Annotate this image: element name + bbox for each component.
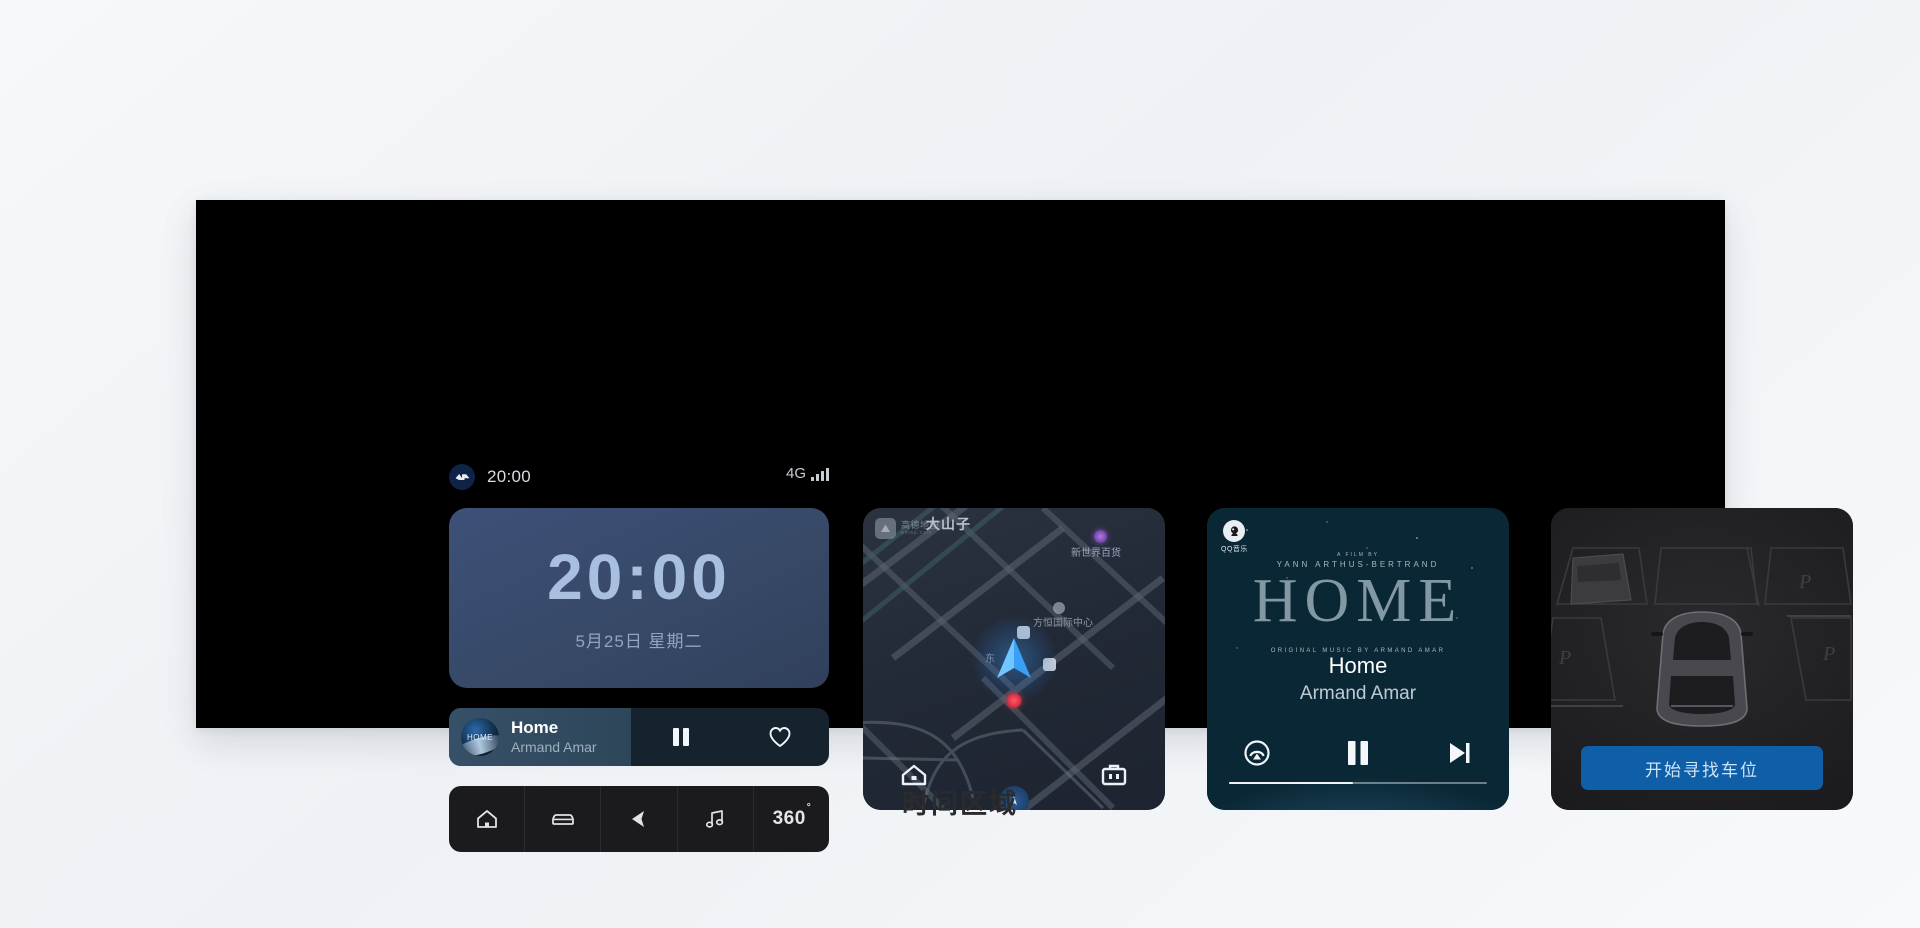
map-card[interactable]: 高德地图 amap.com 大山子 新世界百货 方恒国际中心 东 bbox=[863, 508, 1165, 810]
car-infotainment-panel: 20:00 4G 20:00 5月25日 星期二 HOME Home Arman… bbox=[196, 200, 1853, 852]
mini-player-favorite-button[interactable] bbox=[757, 714, 803, 760]
network-type-label: 4G bbox=[785, 465, 806, 482]
page-caption: 时间区域 bbox=[902, 789, 1018, 819]
page-root: 20:00 4G 20:00 5月25日 星期二 HOME Home Arman… bbox=[0, 0, 1920, 928]
mini-player[interactable]: HOME Home Armand Amar bbox=[449, 708, 829, 766]
clock-time: 20:00 bbox=[547, 540, 731, 613]
clock-widget[interactable]: 20:00 5月25日 星期二 bbox=[449, 508, 829, 688]
amap-glyph-icon bbox=[875, 518, 896, 539]
map-poi-dot-1 bbox=[1094, 530, 1107, 543]
map-traffic-marker bbox=[1006, 693, 1022, 708]
brand-glyph-icon bbox=[455, 474, 469, 480]
status-bar: 20:00 4G bbox=[449, 464, 829, 490]
music-track-artist: Armand Amar bbox=[1299, 683, 1417, 704]
map-current-position bbox=[971, 616, 1057, 702]
music-controls bbox=[1207, 738, 1509, 768]
cast-icon bbox=[1244, 740, 1270, 766]
music-cast-button[interactable] bbox=[1207, 738, 1308, 768]
qq-music-mark-icon bbox=[1223, 520, 1246, 542]
parking-card[interactable]: P P P 开始寻找车位 bbox=[1551, 508, 1853, 810]
map-district-label: 大山子 bbox=[926, 516, 971, 532]
qq-music-logo: QQ音乐 bbox=[1221, 520, 1248, 554]
map-poi-label-1: 新世界百货 bbox=[1071, 548, 1121, 559]
parking-slot-label: P bbox=[1822, 643, 1835, 665]
music-track-title: Home bbox=[1328, 653, 1388, 678]
pause-icon bbox=[672, 728, 689, 746]
clock-date: 5月25日 星期二 bbox=[575, 631, 703, 651]
map-poi-dot-2 bbox=[1053, 602, 1065, 614]
status-right-group: 4G bbox=[786, 466, 829, 481]
widget-cards-row: 高德地图 amap.com 大山子 新世界百货 方恒国际中心 东 bbox=[863, 508, 1853, 810]
next-track-icon bbox=[1449, 743, 1470, 763]
parking-slot-label: P bbox=[1558, 647, 1571, 669]
status-time: 20:00 bbox=[487, 467, 532, 486]
mini-player-pause-button[interactable] bbox=[658, 714, 704, 760]
qq-penguin-icon bbox=[1230, 525, 1239, 536]
heart-icon bbox=[769, 727, 790, 748]
mini-player-art-label: HOME bbox=[467, 732, 493, 742]
poster-credit-top: A FILM BY bbox=[1337, 552, 1379, 558]
car-top-view-icon bbox=[1651, 611, 1753, 727]
music-card[interactable]: QQ音乐 A FILM BY YANN ARTHUS-BERTRAND HOME… bbox=[1207, 508, 1509, 810]
poster-title: HOME bbox=[1252, 567, 1464, 635]
music-next-button[interactable] bbox=[1408, 739, 1509, 767]
amap-mark-icon bbox=[881, 524, 890, 532]
mini-player-title: Home bbox=[511, 717, 559, 737]
parking-slot-label: P bbox=[1798, 571, 1811, 593]
mini-player-controls bbox=[631, 714, 829, 760]
mini-player-info[interactable]: HOME Home Armand Amar bbox=[449, 708, 631, 766]
mini-player-meta: Home Armand Amar bbox=[511, 718, 597, 756]
music-pause-button[interactable] bbox=[1308, 738, 1409, 768]
mini-player-album-art: HOME bbox=[461, 718, 499, 756]
other-vehicle-icon bbox=[1570, 553, 1632, 605]
pause-icon bbox=[1348, 741, 1368, 765]
signal-bars-icon bbox=[811, 467, 829, 481]
mini-player-artist: Armand Amar bbox=[511, 739, 597, 756]
brand-app-icon[interactable] bbox=[449, 464, 475, 490]
navigation-arrow-icon bbox=[997, 638, 1031, 678]
